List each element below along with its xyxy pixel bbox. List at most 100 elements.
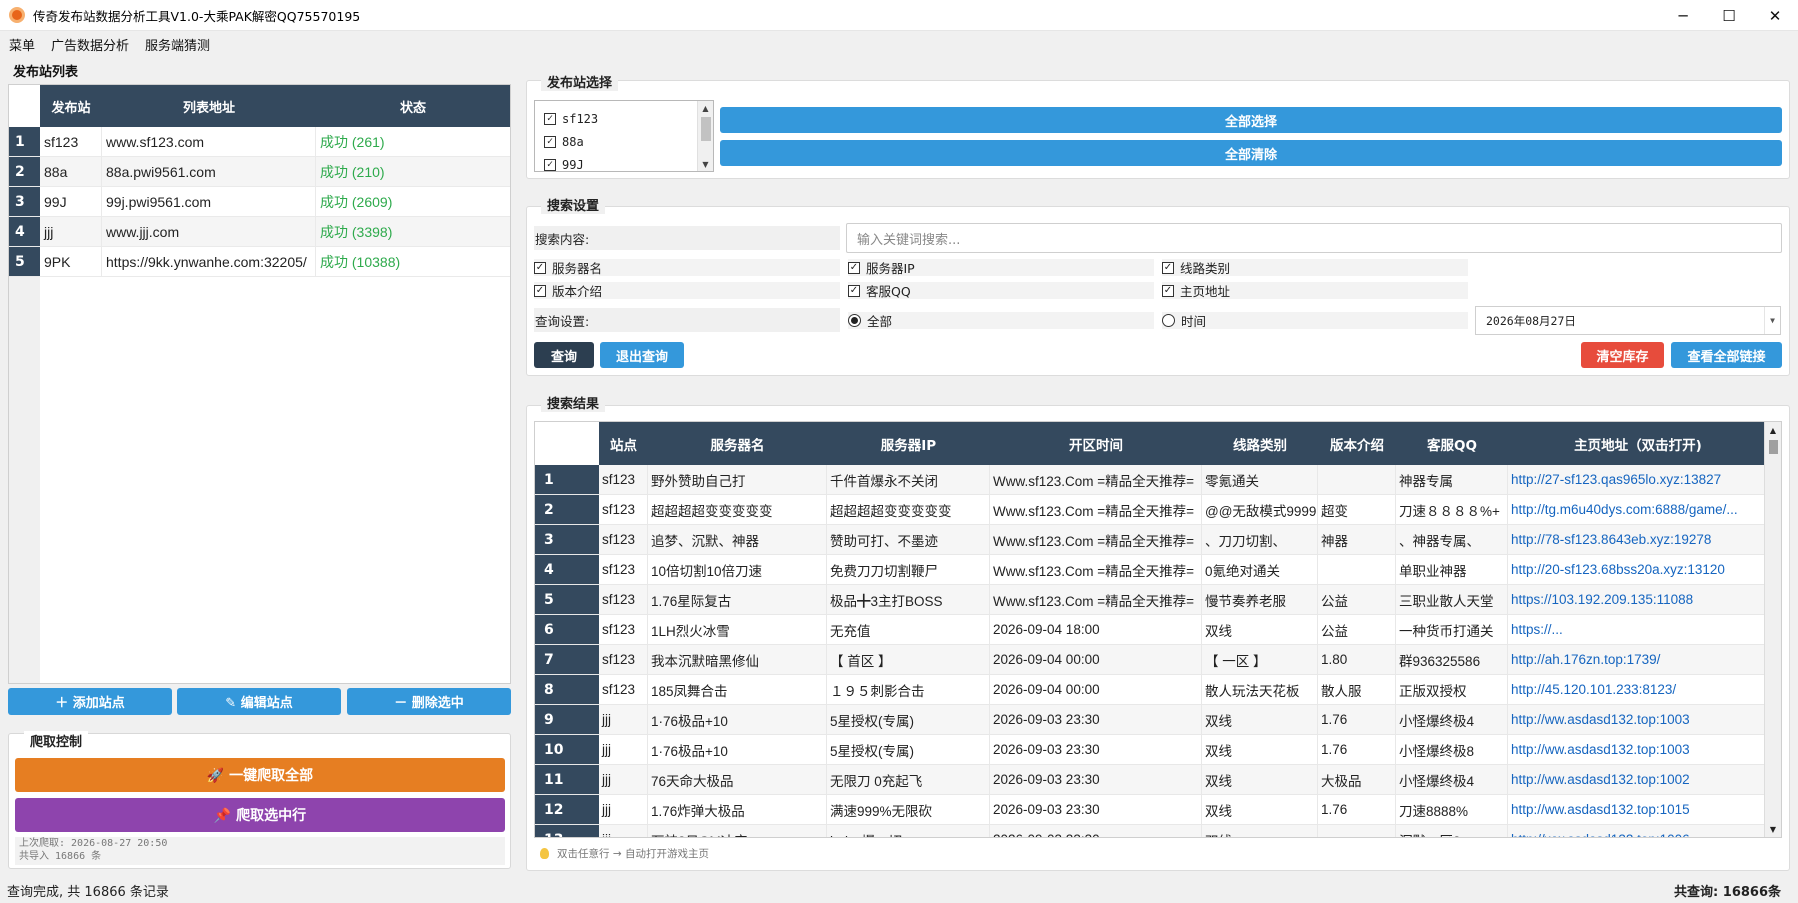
result-row[interactable]: 6 sf123 1LH烈火冰雪 无充值 2026-09-04 18:00 双线 公益 一种货币…	[535, 615, 1781, 645]
result-ip-cell: 无限刀 0充起飞	[827, 765, 990, 794]
menu-item-server-guess[interactable]: 服务端猜测	[145, 35, 210, 54]
search-input[interactable]: 输入关键词搜索...	[846, 223, 1782, 253]
menu-item-main[interactable]: 菜单	[9, 35, 35, 54]
result-row[interactable]: 13jjj万神8日GM冰宫hui一爆一切2026-09-03 23:30双线 沉默…	[535, 825, 1781, 837]
crawl-all-button[interactable]: 🚀 一键爬取全部	[15, 758, 505, 792]
result-row[interactable]: 11 jjj 76天命大极品 无限刀 0充起飞 2026-09-03 23:30 双线 大极…	[535, 765, 1781, 795]
column-header-site[interactable]: 站点	[599, 434, 648, 454]
radio-all[interactable]: 全部	[848, 312, 1154, 329]
clear-database-button[interactable]: 清空库存	[1581, 342, 1664, 368]
menu-item-ad-analysis[interactable]: 广告数据分析	[51, 35, 129, 54]
checklist-scrollbar[interactable]: ▲ ▼	[697, 101, 713, 171]
column-header-homepage[interactable]: 主页地址（双击打开)	[1508, 434, 1768, 454]
scroll-down-icon[interactable]: ▼	[698, 157, 713, 171]
result-time-cell: 2026-09-03 23:30	[990, 765, 1202, 794]
site-url-cell: 88a.pwi9561.com	[102, 157, 316, 186]
result-homepage-link[interactable]: http://ww.asdasd132.top:1002	[1508, 765, 1768, 794]
status-bar: 查询完成, 共 16866 条记录 共查询: 16866条	[0, 878, 1798, 903]
view-all-links-button[interactable]: 查看全部链接	[1671, 342, 1782, 368]
site-table-row[interactable]: 4 jjj www.jjj.com 成功 (3398)	[9, 217, 510, 247]
site-table: 发布站 列表地址 状态 1 sf123 www.sf123.com 成功 (261) 2…	[8, 84, 511, 684]
result-ip-cell: 无充值	[827, 615, 990, 644]
result-homepage-link[interactable]: http://27-sf123.qas965lo.xyz:13827	[1508, 465, 1768, 494]
column-header-server-ip[interactable]: 服务器IP	[827, 434, 990, 454]
menu-bar: 菜单 广告数据分析 服务端猜测	[0, 32, 217, 56]
add-site-button[interactable]: ＋ 添加站点	[8, 688, 172, 715]
result-row[interactable]: 2 sf123 超超超超变变变变变 超超超超变变变变变 Www.sf123.Com =精…	[535, 495, 1781, 525]
site-checklist[interactable]: ✓ sf123 ✓ 88a ✓ 99J ▲ ▼	[534, 100, 714, 172]
check-server-name[interactable]: ✓ 服务器名	[534, 259, 840, 276]
close-button[interactable]: ✕	[1752, 0, 1798, 31]
result-row[interactable]: 4 sf123 10倍切割10倍刀速 免费刀刀切割鞭尸 Www.sf123.Com =精…	[535, 555, 1781, 585]
crawl-selected-button[interactable]: 📌 爬取选中行	[15, 798, 505, 832]
column-header-version[interactable]: 版本介绍	[1318, 434, 1396, 454]
check-version[interactable]: ✓ 版本介绍	[534, 282, 840, 299]
checkbox[interactable]: ✓	[544, 135, 556, 148]
site-table-row[interactable]: 2 88a 88a.pwi9561.com 成功 (210)	[9, 157, 510, 187]
column-header-line-type[interactable]: 线路类别	[1202, 434, 1318, 454]
site-checklist-item[interactable]: ✓ 99J	[535, 153, 713, 171]
exit-query-button[interactable]: 退出查询	[600, 342, 684, 368]
result-qq-cell: 一种货币打通关	[1396, 615, 1508, 644]
result-homepage-link[interactable]: http://78-sf123.8643eb.xyz:19278	[1508, 525, 1768, 554]
result-row[interactable]: 3 sf123 追梦、沉默、神器 赞助可打、不墨迹 Www.sf123.Com =精品全…	[535, 525, 1781, 555]
title-bar: 传奇发布站数据分析工具V1.0-大乘PAK解密QQ75570195 ─ ☐ ✕	[0, 0, 1798, 31]
select-all-button[interactable]: 全部选择	[720, 107, 1782, 133]
scroll-down-icon[interactable]: ▼	[1765, 821, 1781, 837]
result-homepage-link[interactable]: http://ww.asdasd132.top:1003	[1508, 735, 1768, 764]
result-row[interactable]: 5 sf123 1.76星际复古 极品╋3主打BOSS Www.sf123.Com =精…	[535, 585, 1781, 615]
result-homepage-link[interactable]: http://45.120.101.233:8123/	[1508, 675, 1768, 704]
date-picker[interactable]: 2026年08月27日 ▼	[1475, 306, 1781, 335]
radio-all-button[interactable]	[848, 314, 861, 327]
result-row[interactable]: 8 sf123 185凤舞合击 １９５刺影合击 2026-09-04 00:00 散人玩法…	[535, 675, 1781, 705]
result-row[interactable]: 7 sf123 我本沉默暗黑修仙【 首区 】 2026-09-04 00:00 【 一区…	[535, 645, 1781, 675]
site-checklist-item[interactable]: ✓ 88a	[535, 130, 713, 153]
site-table-row[interactable]: 1 sf123 www.sf123.com 成功 (261)	[9, 127, 510, 157]
checkbox[interactable]: ✓	[544, 158, 556, 171]
radio-time-button[interactable]	[1162, 314, 1175, 327]
row-number: 1	[9, 127, 40, 156]
column-header-status[interactable]: 状态	[316, 97, 510, 116]
delete-selected-button[interactable]: － 删除选中	[347, 688, 511, 715]
result-ip-cell: 极品╋3主打BOSS	[827, 585, 990, 614]
row-number: 2	[9, 157, 40, 186]
scroll-up-icon[interactable]: ▲	[698, 101, 713, 115]
column-header-server-name[interactable]: 服务器名	[648, 434, 827, 454]
check-support-qq[interactable]: ✓ 客服QQ	[848, 282, 1154, 299]
result-row[interactable]: 1 sf123 野外赞助自己打 千件首爆永不关闭 Www.sf123.Com =精品全天…	[535, 465, 1781, 495]
column-header-open-time[interactable]: 开区时间	[990, 434, 1202, 454]
result-row[interactable]: 12 jjj 1.76炸弹大极品 满速999%无限砍 2026-09-03 23:30 双…	[535, 795, 1781, 825]
result-homepage-link[interactable]: http://20-sf123.68bss20a.xyz:13120	[1508, 555, 1768, 584]
site-name-cell: 9PK	[40, 247, 102, 276]
result-homepage-link[interactable]: https://103.192.209.135:11088	[1508, 585, 1768, 614]
result-version-cell: 大极品	[1318, 765, 1396, 794]
site-checklist-item[interactable]: ✓ sf123	[535, 107, 713, 130]
result-row[interactable]: 9 jjj 1·76极品+10 5星授权(专属) 2026-09-03 23:30 双线 1…	[535, 705, 1781, 735]
result-homepage-link[interactable]: http://ah.176zn.top:1739/	[1508, 645, 1768, 674]
site-table-row[interactable]: 3 99J 99j.pwi9561.com 成功 (2609)	[9, 187, 510, 217]
minimize-button[interactable]: ─	[1660, 0, 1706, 31]
result-homepage-link[interactable]: http://ww.asdasd132.top:1006	[1508, 825, 1768, 837]
column-header-url[interactable]: 列表地址	[102, 97, 316, 116]
check-homepage[interactable]: ✓ 主页地址	[1162, 282, 1468, 299]
result-homepage-link[interactable]: http://ww.asdasd132.top:1003	[1508, 705, 1768, 734]
result-homepage-link[interactable]: http://tg.m6u40dys.com:6888/game/...	[1508, 495, 1768, 524]
radio-time[interactable]: 时间	[1162, 312, 1468, 329]
column-header-support-qq[interactable]: 客服QQ	[1396, 434, 1508, 454]
edit-site-button[interactable]: ✎ 编辑站点	[177, 688, 341, 715]
checkbox[interactable]: ✓	[544, 112, 556, 125]
site-table-row[interactable]: 5 9PK https://9kk.ynwanhe.com:32205/成功 (10…	[9, 247, 510, 277]
clear-all-button[interactable]: 全部清除	[720, 140, 1782, 166]
check-line-type[interactable]: ✓ 线路类别	[1162, 259, 1468, 276]
result-row[interactable]: 10 jjj 1·76极品+10 5星授权(专属) 2026-09-03 23:30 双线…	[535, 735, 1781, 765]
maximize-button[interactable]: ☐	[1706, 0, 1752, 31]
result-name-cell: 10倍切割10倍刀速	[648, 555, 827, 584]
result-homepage-link[interactable]: https://...	[1508, 615, 1768, 644]
results-scrollbar[interactable]: ▲ ▼	[1764, 422, 1781, 837]
check-server-ip[interactable]: ✓ 服务器IP	[848, 259, 1154, 276]
query-button[interactable]: 查询	[534, 342, 594, 368]
chevron-down-icon[interactable]: ▼	[1764, 307, 1780, 334]
result-homepage-link[interactable]: http://ww.asdasd132.top:1015	[1508, 795, 1768, 824]
scroll-up-icon[interactable]: ▲	[1765, 422, 1781, 438]
column-header-site[interactable]: 发布站	[40, 97, 102, 116]
